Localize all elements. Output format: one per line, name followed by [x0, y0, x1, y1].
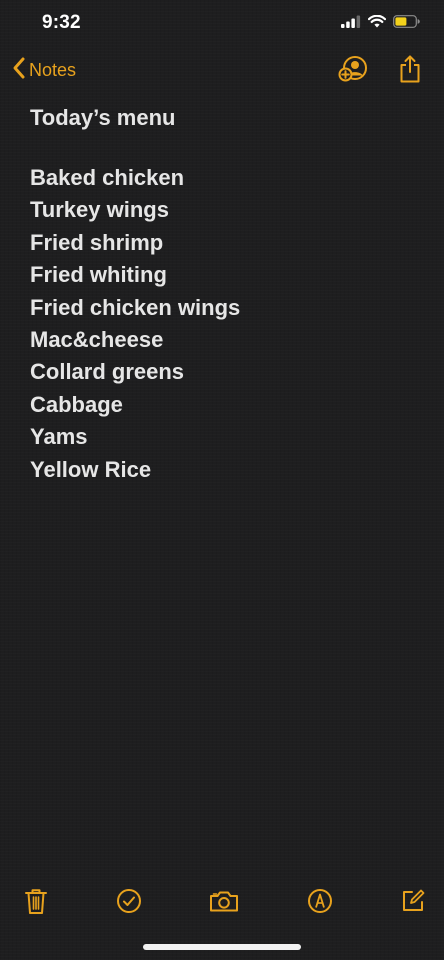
battery-icon: [393, 15, 420, 33]
menu-item: Fried shrimp: [30, 229, 164, 255]
note-title: Today’s menu: [30, 105, 176, 130]
add-person-icon[interactable]: [338, 55, 368, 83]
trash-icon[interactable]: [21, 886, 51, 916]
menu-item: Collard greens: [30, 359, 185, 385]
menu-item: Fried whiting: [30, 262, 167, 288]
wifi-icon: [367, 14, 387, 33]
menu-item: Fried chicken wings: [30, 294, 241, 320]
status-time: 9:32: [42, 12, 81, 33]
note-body[interactable]: Today’s menu Baked chicken Turkey wings …: [30, 103, 424, 486]
share-icon[interactable]: [398, 54, 422, 84]
nav-bar: Notes: [0, 52, 444, 92]
home-indicator[interactable]: [143, 944, 301, 950]
markup-icon[interactable]: [305, 886, 335, 916]
status-bar: 9:32: [0, 0, 444, 48]
status-icons: [341, 14, 420, 33]
menu-item: Baked chicken: [30, 165, 185, 190]
cellular-signal-icon: [341, 15, 361, 33]
menu-item: Turkey wings: [30, 197, 169, 223]
compose-icon[interactable]: [398, 886, 428, 916]
back-button[interactable]: Notes: [12, 56, 76, 85]
camera-icon[interactable]: [209, 886, 239, 916]
menu-item: Yams: [30, 424, 88, 450]
menu-item: Yellow Rice: [30, 456, 152, 482]
chevron-left-icon: [12, 56, 26, 85]
checklist-icon[interactable]: [114, 886, 144, 916]
back-label: Notes: [29, 60, 77, 80]
menu-item: Cabbage: [30, 391, 123, 417]
menu-list: Baked chicken Turkey wings Fried shrimp …: [30, 162, 424, 486]
nav-actions: [338, 54, 422, 84]
menu-item: Mac&cheese: [30, 327, 164, 353]
bottom-toolbar: [0, 880, 444, 920]
